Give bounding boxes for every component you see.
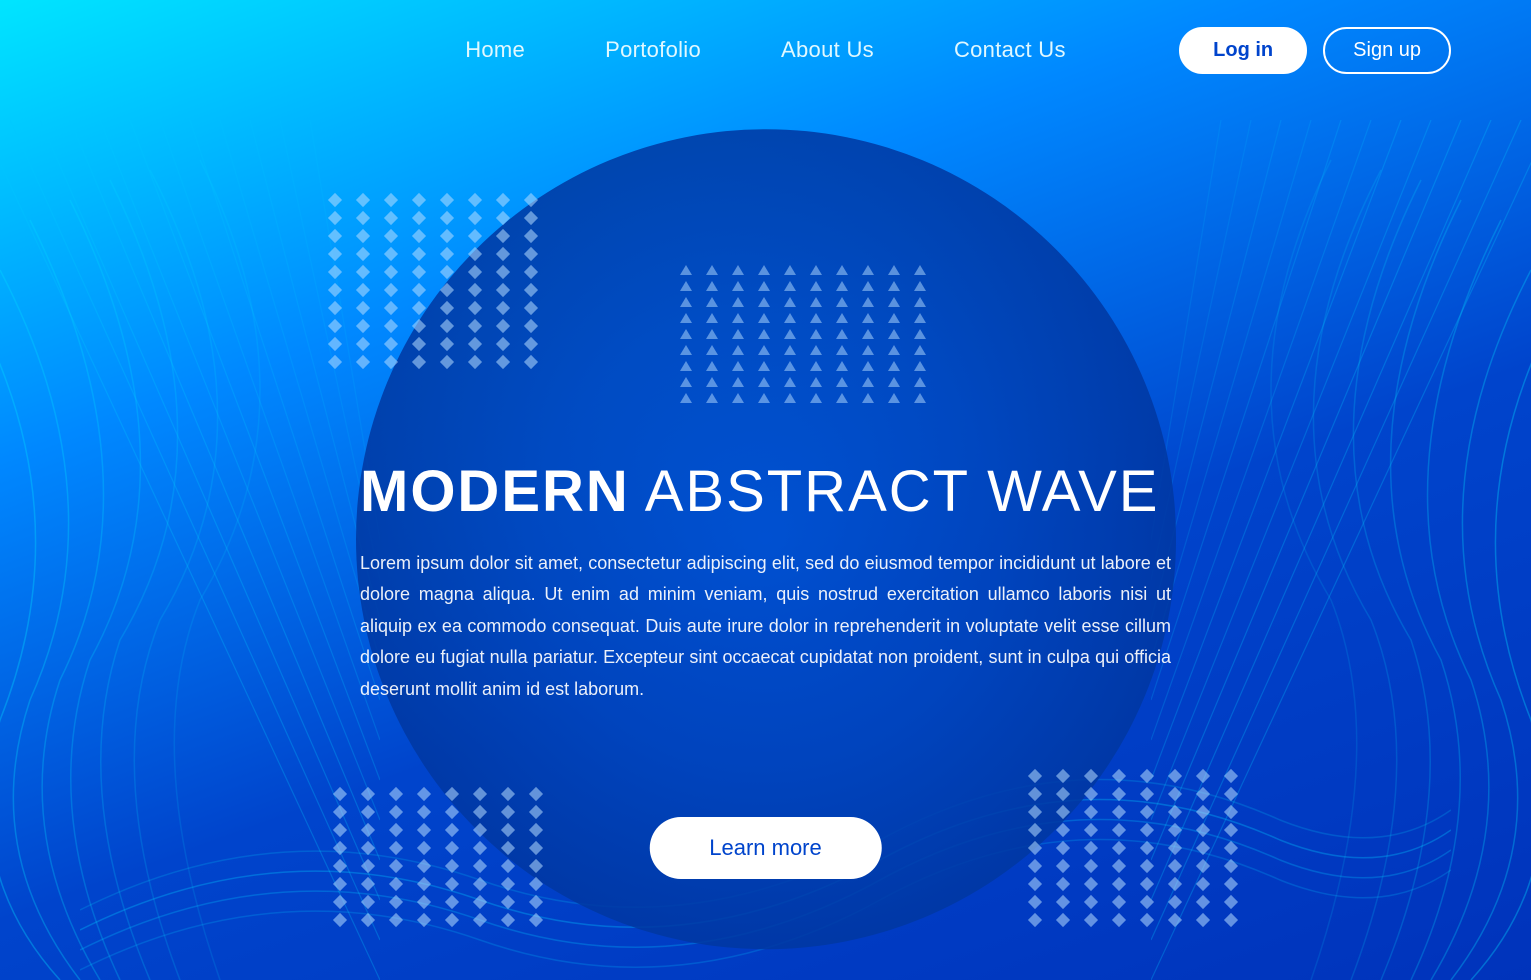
nav-home[interactable]: Home xyxy=(465,37,525,63)
hero-title: MODERN ABSTRACT WAVE xyxy=(360,460,1171,524)
main-content: MODERN ABSTRACT WAVE Lorem ipsum dolor s… xyxy=(360,460,1171,749)
wave-left-decoration xyxy=(0,120,380,980)
nav-portfolio[interactable]: Portofolio xyxy=(605,37,701,63)
hero-title-rest: ABSTRACT WAVE xyxy=(630,459,1160,524)
wave-right-decoration xyxy=(1151,120,1531,980)
nav-contact[interactable]: Contact Us xyxy=(954,37,1066,63)
learn-more-button[interactable]: Learn more xyxy=(649,817,882,879)
hero-description: Lorem ipsum dolor sit amet, consectetur … xyxy=(360,548,1171,706)
navbar: Home Portofolio About Us Contact Us Log … xyxy=(0,0,1531,100)
page-wrapper: Home Portofolio About Us Contact Us Log … xyxy=(0,0,1531,980)
login-button[interactable]: Log in xyxy=(1179,27,1307,74)
nav-buttons: Log in Sign up xyxy=(1179,27,1451,74)
nav-about[interactable]: About Us xyxy=(781,37,874,63)
signup-button[interactable]: Sign up xyxy=(1323,27,1451,74)
hero-title-bold: MODERN xyxy=(360,459,630,524)
